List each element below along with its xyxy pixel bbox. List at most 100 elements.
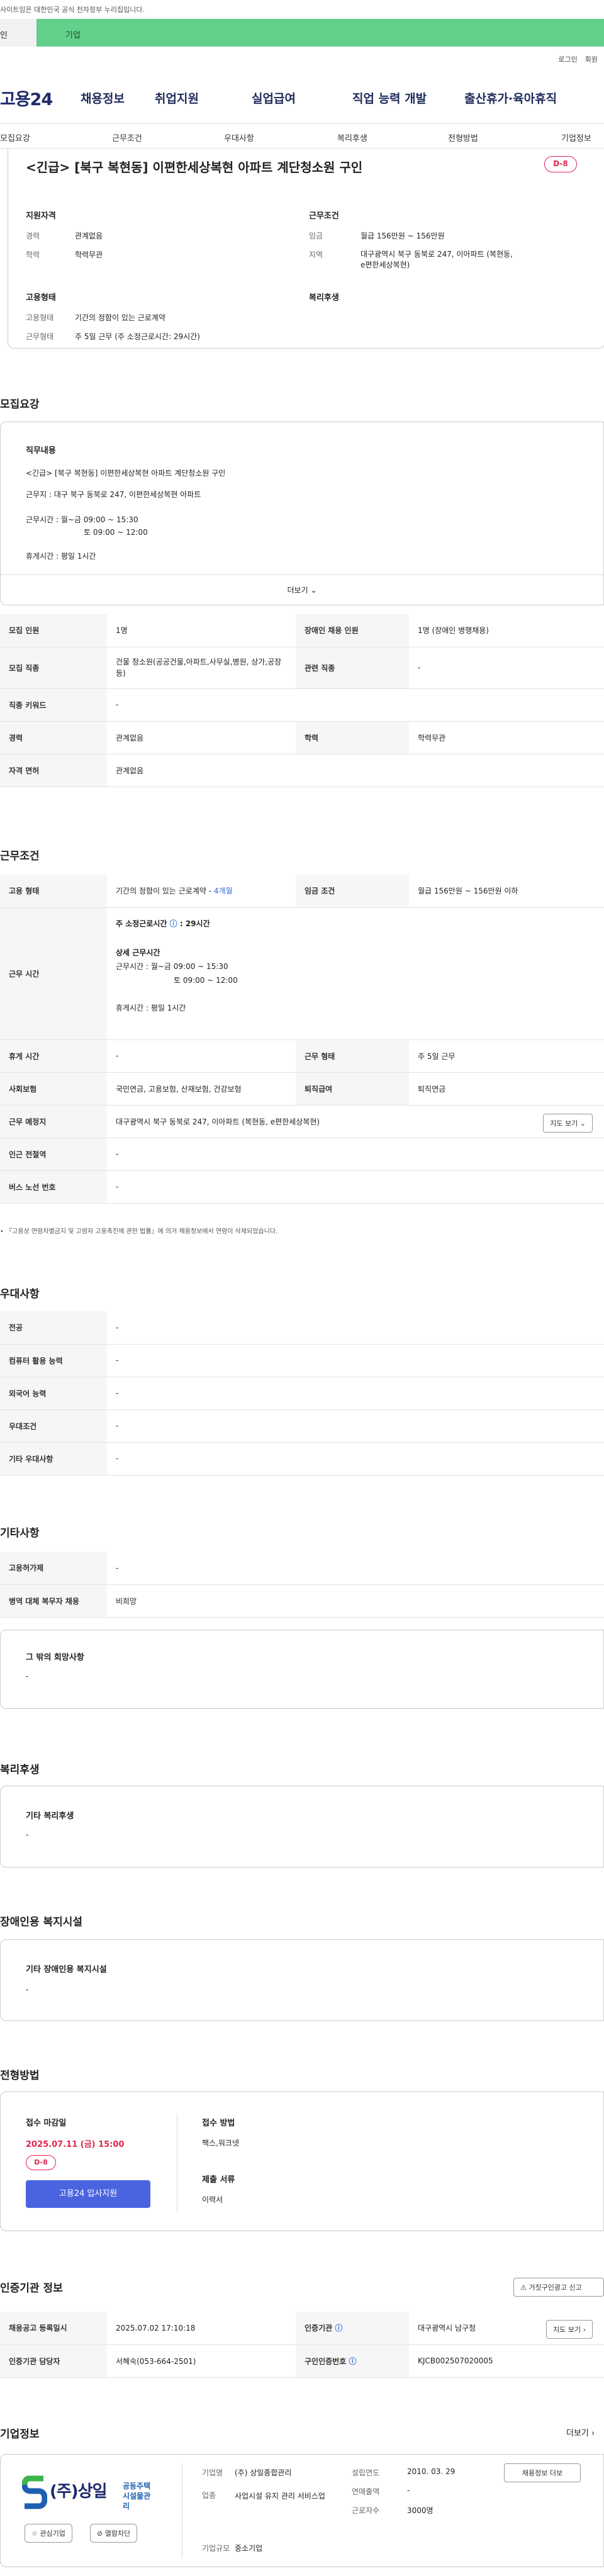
row-value: 월급 156만원 ~ 156만원 이하 [409, 875, 604, 908]
cert-section-title: 인증기관 정보 [0, 2282, 63, 2295]
row-header: 모집 인원 [0, 614, 107, 647]
top-tabs: 인 기업 [0, 19, 604, 47]
work-cond-title: 근무조건 [309, 211, 339, 221]
gov-notice-bar: 사이트임은 대한민국 공식 전자정부 누리집입니다. [0, 0, 604, 19]
company-logo-text: (주)상일 [50, 2482, 108, 2501]
company-name-value: (주) 상일종합관리 [235, 2468, 292, 2477]
subnav-prefer[interactable]: 우대사항 [224, 132, 254, 143]
place-value: 대구광역시 북구 동북로 247, 이아파트 (복현동, e편한세상복현) [116, 1117, 320, 1126]
apply-button[interactable]: 고용24 입사지원 [26, 2180, 150, 2208]
row-header: 전공 [0, 1311, 107, 1345]
fav-label: 관심기업 [40, 2529, 65, 2538]
worktype-label: 근무형태 [26, 332, 54, 341]
org-label: 인증기관 [305, 2324, 333, 2333]
cert-map-button[interactable]: 지도 보기 › [546, 2320, 593, 2339]
company-logo: (주)상일 공동주택 시설물관리 [22, 2473, 154, 2511]
emp-value: 기간의 정함이 있는 근로계약 [116, 887, 206, 896]
time-detail-line: 휴게시간 : 평일 1시간 [116, 1003, 186, 1012]
subnav-welfare[interactable]: 복리후생 [337, 132, 367, 143]
cert-table: 채용공고 등록일시 2025.07.02 17:10:18 인증기관 ⓘ 대구광… [0, 2312, 604, 2378]
gnb-item-unemployment[interactable]: 실업급여 [252, 89, 352, 106]
subnav-recruit[interactable]: 모집요강 [0, 132, 30, 143]
duty-more-button[interactable]: 더보기 ⌄ [1, 574, 603, 605]
etc-section-title: 기타사항 [0, 1527, 40, 1540]
sales-value: - [407, 2486, 410, 2495]
screening-card: 접수 마감일 2025.07.11 (금) 15:00 D-8 고용24 입사지… [0, 2092, 604, 2231]
subnav-company[interactable]: 기업정보 [561, 132, 591, 143]
other-wish-title: 그 밖의 희망사항 [26, 1653, 84, 1662]
login-link[interactable]: 로그인 [558, 54, 577, 64]
time-detail-line: 토 09:00 ~ 12:00 [174, 975, 238, 985]
tab-company[interactable]: 기업 [36, 19, 604, 47]
disability-card: 기타 장애인용 복지시설 - [0, 1939, 604, 2021]
gov-notice-text: 사이트임은 대한민국 공식 전자정부 누리집입니다. [0, 6, 145, 14]
report-icon: ⚠ [520, 2283, 527, 2292]
size-label: 기업규모 [202, 2544, 230, 2553]
row-value: 2025.07.02 17:10:18 [107, 2312, 296, 2345]
row-value: 서혜숙(053-664-2501) [107, 2344, 296, 2378]
time-main-label: 주 소정근로시간 [116, 919, 167, 928]
site-logo[interactable]: 고용24 [0, 86, 76, 110]
row-header: 컴퓨터 활용 능력 [0, 1344, 107, 1377]
disability-box-value: - [26, 1985, 29, 1994]
gnb-item-training[interactable]: 직업 능력 개발 [352, 89, 464, 106]
row-value: - [107, 1311, 604, 1345]
time-detail-title: 상세 근무시간 [116, 948, 160, 957]
row-value: - [107, 1409, 604, 1443]
row-header: 외국어 능력 [0, 1377, 107, 1410]
row-header: 학력 [296, 721, 409, 754]
gnb-item-jobs[interactable]: 채용정보 [81, 89, 140, 106]
docs-label: 제출 서류 [202, 2175, 235, 2185]
section-subnav: 모집요강 근무조건 우대사항 복리후생 전형방법 기업정보 [0, 123, 604, 148]
row-header: 고용 형태 [0, 875, 107, 908]
screening-section-title: 전형방법 [0, 2069, 40, 2082]
tab-individual-label: 인 [0, 31, 8, 40]
company-logo-sub1: 공동주택 [123, 2482, 151, 2490]
table-row: 휴게 시간 - 근무 형태 주 5일 근무 [0, 1039, 604, 1073]
block-company-button[interactable]: ⊘ 열람차단 [90, 2524, 138, 2543]
gnb-item-leave[interactable]: 출산휴가·육아휴직 [464, 89, 571, 106]
false-ad-report-button[interactable]: ⚠ 거짓구인광고 신고 [513, 2278, 604, 2297]
table-row: 버스 노선 번호 - [0, 1170, 604, 1204]
gnb-item-employment-support[interactable]: 취업지원 [155, 89, 252, 106]
row-value: - [107, 1344, 604, 1377]
subnav-conditions[interactable]: 근무조건 [112, 132, 142, 143]
age-footnote-text: 『고용상 연령차별금지 및 고령자 고용촉진에 관한 법률』에 의거 채용정보에… [6, 1228, 278, 1235]
tab-individual[interactable]: 인 [0, 19, 36, 47]
table-row: 인근 전철역 - [0, 1138, 604, 1171]
more-label: 더보기 [287, 586, 308, 595]
gnb-menu: 채용정보 취업지원 실업급여 직업 능력 개발 출산휴가·육아휴직 [76, 89, 571, 106]
company-more-link[interactable]: 더보기 › [566, 2426, 595, 2438]
info-icon[interactable]: ⓘ [170, 919, 177, 928]
deadline-value: 2025.07.11 (금) 15:00 [26, 2140, 125, 2149]
subnav-screening[interactable]: 전형방법 [448, 132, 478, 143]
row-value: - [107, 1377, 604, 1410]
career-value: 관계없음 [75, 232, 103, 240]
row-header: 기타 우대사항 [0, 1442, 107, 1476]
disability-section-title: 장애인용 복지시설 [0, 1916, 83, 1929]
welfare-box-value: - [26, 1830, 29, 1839]
table-row: 우대조건 - [0, 1409, 604, 1443]
table-row: 기타 우대사항 - [0, 1442, 604, 1476]
company-logo-sub: 공동주택 시설물관리 [123, 2481, 154, 2511]
row-value: - [107, 1552, 604, 1585]
duty-line: 근무시간 : 월~금 09:00 ~ 15:30 [26, 515, 138, 524]
method-value: 팩스,워크넷 [202, 2139, 240, 2148]
map-button[interactable]: 지도 보기 ⌄ [543, 1113, 593, 1133]
emp-value: 3000명 [407, 2506, 433, 2515]
map-button-label: 지도 보기 [550, 1119, 578, 1128]
favorite-company-button[interactable]: ☆ 관심기업 [25, 2524, 72, 2543]
row-header: 장애인 채용 인원 [296, 614, 409, 647]
table-row: 직종 키워드 - [0, 688, 604, 722]
join-link[interactable]: 회원 [585, 54, 598, 64]
emp-title: 고용형태 [26, 293, 56, 303]
row-value: - [409, 647, 604, 689]
info-icon[interactable]: ⓘ [335, 2324, 342, 2332]
company-jobs-button[interactable]: 채용정보 더보 [504, 2463, 581, 2482]
row-header: 사회보험 [0, 1072, 107, 1106]
row-value: 1명 [107, 614, 296, 647]
info-icon[interactable]: ⓘ [349, 2357, 356, 2366]
company-card: (주)상일 공동주택 시설물관리 ☆ 관심기업 ⊘ 열람차단 기업명 (주) 상… [0, 2454, 604, 2567]
job-title: <긴급> [북구 복현동] 이편한세상복현 아파트 계단청소원 구인 [26, 160, 363, 175]
row-header: 채용공고 등록일시 [0, 2312, 107, 2345]
